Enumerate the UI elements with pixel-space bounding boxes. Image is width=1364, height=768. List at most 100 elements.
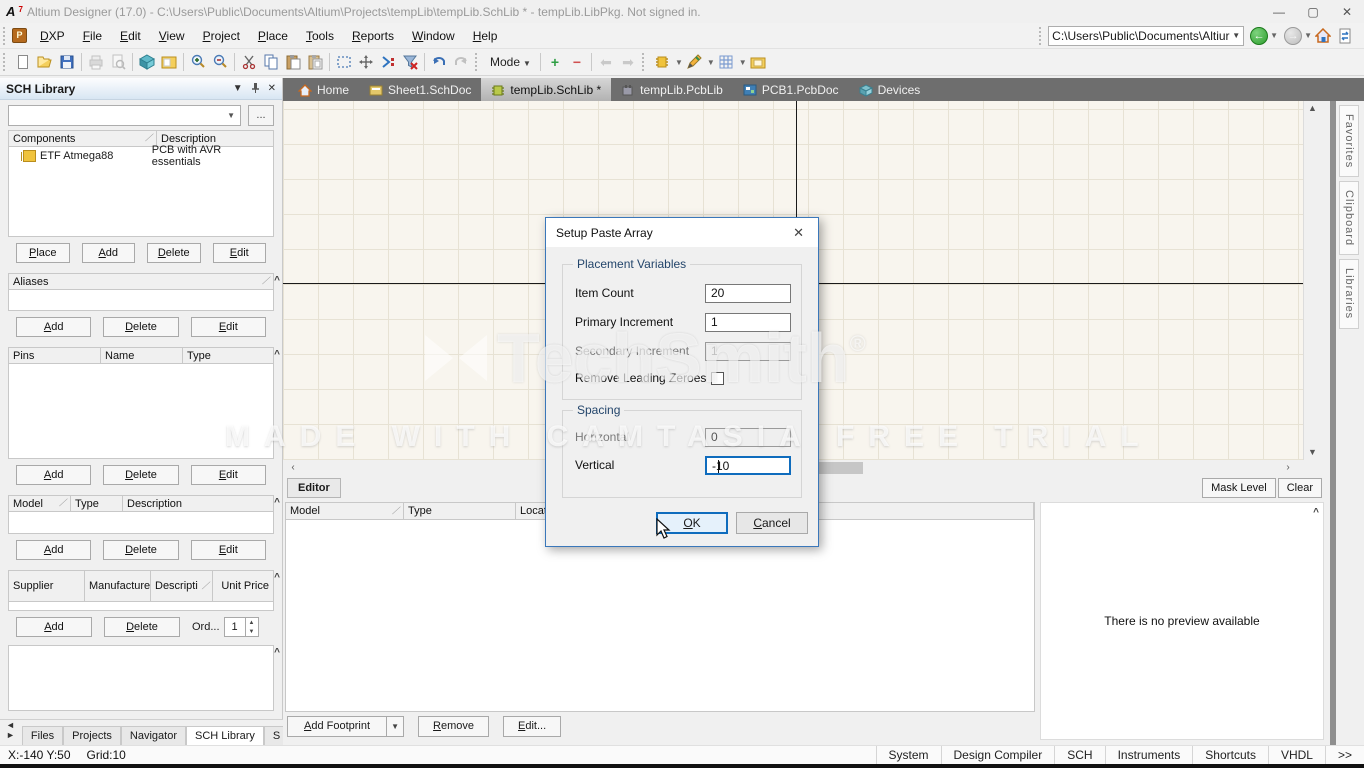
edit-footprint-button[interactable]: Edit...	[503, 716, 561, 737]
supplier-column-header[interactable]: Supplier	[9, 571, 85, 601]
chevron-down-icon[interactable]: ▼	[707, 58, 715, 67]
tab-sheet1-schdoc[interactable]: Sheet1.SchDoc	[359, 78, 481, 101]
toolbar-grip[interactable]	[3, 27, 8, 45]
collapse-section-icon[interactable]: ^	[274, 497, 280, 508]
mode-dropdown[interactable]: Mode▼	[484, 53, 537, 71]
paste-icon[interactable]	[282, 51, 304, 73]
remove-leading-zeroes-checkbox[interactable]	[711, 372, 724, 385]
mask-level-button[interactable]: Mask Level	[1202, 478, 1276, 498]
back-dropdown-icon[interactable]: ▼	[1270, 31, 1278, 40]
model-list[interactable]	[8, 512, 274, 534]
scroll-down-icon[interactable]: ▼	[1304, 445, 1321, 460]
item-count-field[interactable]: 20	[705, 284, 791, 303]
workspace-panels-icon[interactable]	[158, 51, 180, 73]
toolbar-grip[interactable]	[1039, 27, 1044, 45]
print-preview-icon[interactable]	[107, 51, 129, 73]
add-alias-button[interactable]: Add	[16, 317, 91, 337]
delete-pin-button[interactable]: Delete	[103, 465, 178, 485]
aliases-list[interactable]	[8, 290, 274, 311]
menu-place[interactable]: Place	[249, 25, 297, 47]
edit-component-button[interactable]: Edit	[213, 243, 267, 263]
document-options-icon[interactable]	[747, 51, 769, 73]
tab-sch-library[interactable]: SCH Library	[186, 726, 264, 745]
cut-icon[interactable]	[238, 51, 260, 73]
toolbar-grip[interactable]	[642, 53, 647, 71]
status-system-button[interactable]: System	[876, 746, 941, 764]
print-icon[interactable]	[85, 51, 107, 73]
type-column-header[interactable]: Type	[71, 496, 123, 511]
collapse-section-icon[interactable]: ^	[1313, 507, 1319, 518]
redo-icon[interactable]	[450, 51, 472, 73]
tab-projects[interactable]: Projects	[63, 726, 121, 745]
tab-home[interactable]: Home	[288, 78, 359, 101]
cancel-button[interactable]: Cancel	[736, 512, 808, 534]
primary-increment-field[interactable]: 1	[705, 313, 791, 332]
save-icon[interactable]	[56, 51, 78, 73]
ok-button[interactable]: OK	[656, 512, 728, 534]
edit-alias-button[interactable]: Edit	[191, 317, 266, 337]
select-area-icon[interactable]	[333, 51, 355, 73]
filter-options-button[interactable]: ...	[248, 105, 274, 126]
pin-icon[interactable]	[251, 82, 260, 96]
add-model-button[interactable]: Add	[16, 540, 91, 560]
paste-array-icon[interactable]	[304, 51, 326, 73]
supplier-list[interactable]	[8, 602, 274, 611]
scroll-up-icon[interactable]: ▲	[1304, 101, 1321, 116]
move-selection-icon[interactable]	[355, 51, 377, 73]
tab-pcb1-pcbdoc[interactable]: PCB1.PcbDoc	[733, 78, 849, 101]
minimize-button[interactable]: —	[1262, 1, 1296, 23]
address-combo[interactable]: C:\Users\Public\Documents\Altiur ▼	[1048, 26, 1244, 46]
add-pin-button[interactable]: Add	[16, 465, 91, 485]
extra-list[interactable]	[8, 645, 274, 711]
collapse-section-icon[interactable]: ^	[274, 647, 280, 658]
add-component-button[interactable]: Add	[82, 243, 136, 263]
chevron-down-icon[interactable]: ▼	[386, 717, 403, 736]
order-spinner[interactable]: 1 ▲▼	[224, 617, 259, 637]
delete-supplier-button[interactable]: Delete	[104, 617, 180, 637]
horizontal-spacing-field[interactable]: 0	[705, 428, 791, 447]
type-column-header[interactable]: Type	[183, 348, 273, 363]
status-instruments-button[interactable]: Instruments	[1105, 746, 1193, 764]
tab-favorites[interactable]: Favorites	[1339, 105, 1359, 177]
components-list[interactable]: ETF Atmega88 PCB with AVR essentials	[8, 147, 274, 237]
tab-templib-schlib[interactable]: tempLib.SchLib *	[481, 78, 611, 101]
secondary-increment-field[interactable]: 1	[705, 342, 791, 361]
place-button[interactable]: Place	[16, 243, 70, 263]
home-page-button[interactable]	[1312, 25, 1334, 47]
delete-alias-button[interactable]: Delete	[103, 317, 178, 337]
vertical-spacing-field[interactable]: -10	[705, 456, 791, 475]
collapse-section-icon[interactable]: ^	[274, 349, 280, 360]
delete-model-button[interactable]: Delete	[103, 540, 178, 560]
tab-devices[interactable]: Devices	[849, 78, 931, 101]
pins-column-header[interactable]: Pins	[9, 348, 101, 363]
add-icon[interactable]: +	[544, 51, 566, 73]
clear-button[interactable]: Clear	[1278, 478, 1322, 498]
chevron-down-icon[interactable]: ▼	[675, 58, 683, 67]
chevron-down-icon[interactable]: ▼	[222, 111, 240, 120]
tab-libraries[interactable]: Libraries	[1339, 259, 1359, 328]
tab-navigator[interactable]: Navigator	[121, 726, 186, 745]
forward-dropdown-icon[interactable]: ▼	[1304, 31, 1312, 40]
next-icon[interactable]: ➡	[617, 51, 639, 73]
add-supplier-button[interactable]: Add	[16, 617, 92, 637]
menu-dxp[interactable]: DXP	[31, 25, 74, 47]
previous-icon[interactable]: ⬅	[595, 51, 617, 73]
toolbar-grip[interactable]	[475, 53, 480, 71]
zoom-out-icon[interactable]	[209, 51, 231, 73]
canvas-vertical-scrollbar[interactable]: ▲ ▼	[1303, 101, 1320, 460]
model-column-header[interactable]: Model⟋	[9, 496, 71, 511]
components-column-header[interactable]: Components⟋	[9, 131, 157, 146]
clear-filter-icon[interactable]	[399, 51, 421, 73]
open-in-new-window-button[interactable]	[1334, 25, 1356, 47]
panel-menu-icon[interactable]: ▼	[233, 83, 243, 94]
ic-component-icon[interactable]	[651, 51, 673, 73]
tab-templib-pcblib[interactable]: tempLib.PcbLib	[611, 78, 733, 101]
component-view-icon[interactable]	[136, 51, 158, 73]
component-row[interactable]: ETF Atmega88 PCB with AVR essentials	[9, 147, 273, 164]
status-design-compiler-button[interactable]: Design Compiler	[941, 746, 1055, 764]
status-sch-button[interactable]: SCH	[1054, 746, 1104, 764]
close-button[interactable]: ✕	[1330, 1, 1364, 23]
navigate-forward-button[interactable]: →	[1284, 27, 1302, 45]
cross-probe-icon[interactable]	[377, 51, 399, 73]
status-shortcuts-button[interactable]: Shortcuts	[1192, 746, 1268, 764]
